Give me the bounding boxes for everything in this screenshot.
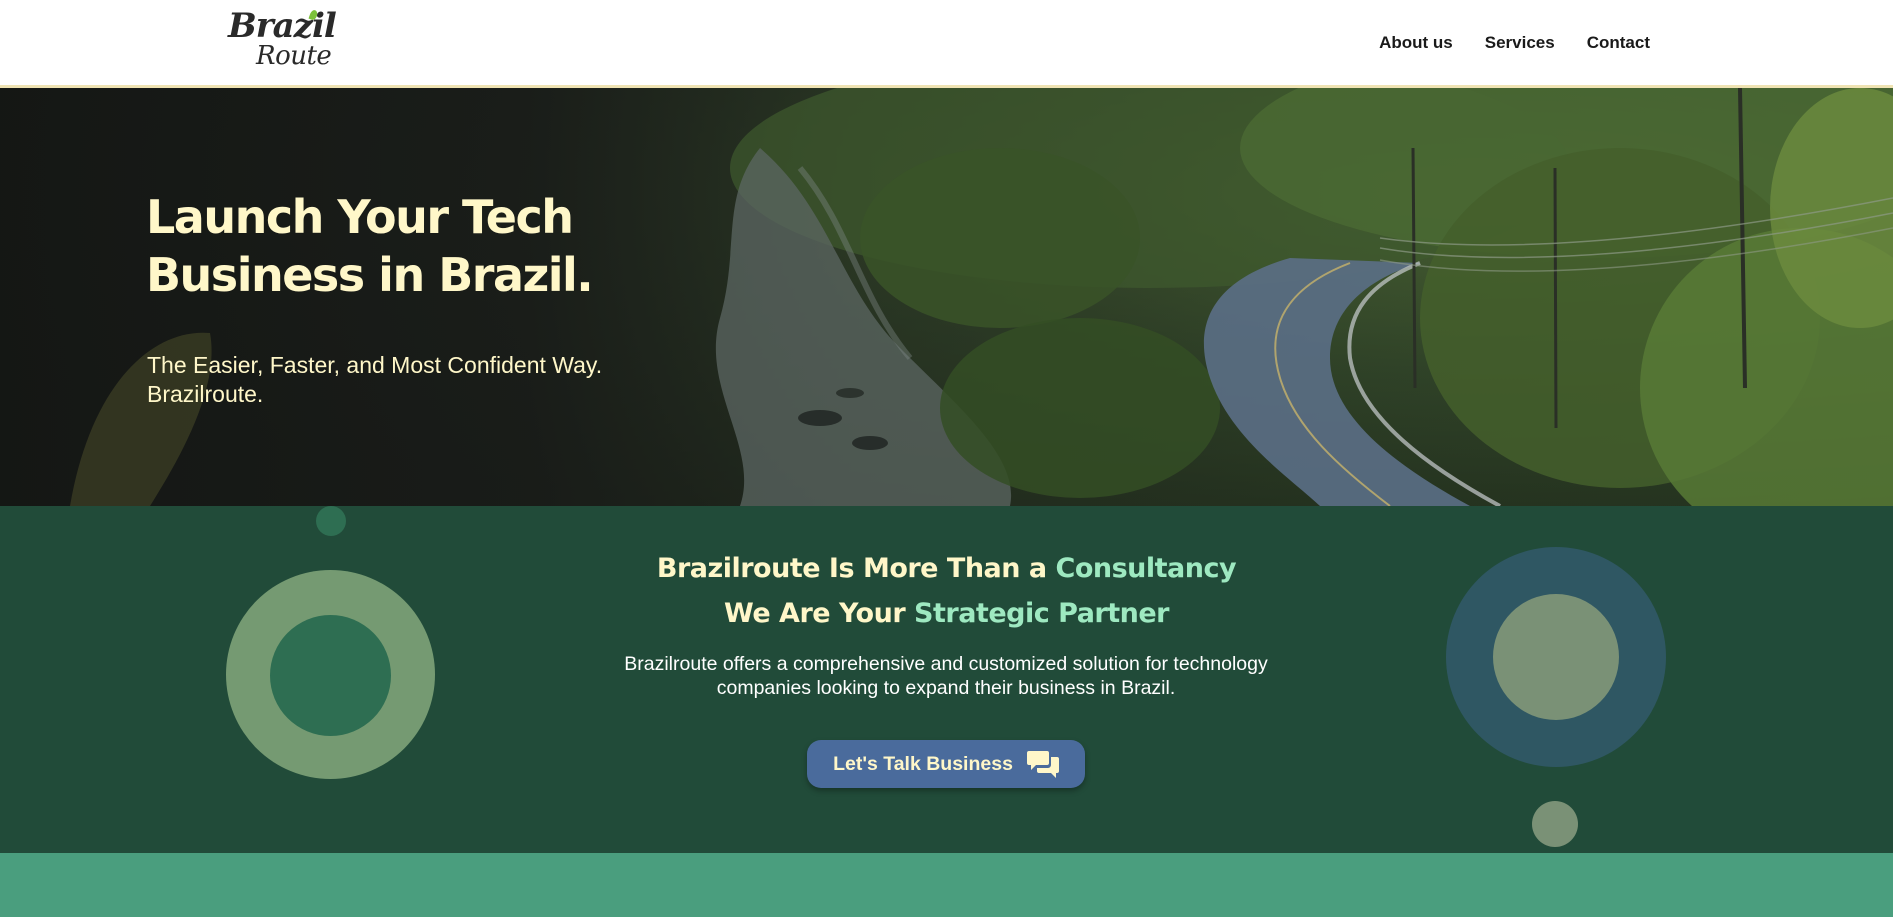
hero-title-line-2: Business in Brazil.	[146, 248, 594, 302]
next-section-band	[0, 853, 1893, 917]
nav-services[interactable]: Services	[1485, 33, 1555, 53]
heading-2-text: We Are Your	[724, 598, 915, 629]
logo-line-1: Brazil	[228, 6, 337, 46]
heading-1-accent: Consultancy	[1055, 553, 1237, 584]
heading-2-accent: Strategic Partner	[914, 598, 1169, 629]
cta-label: Let's Talk Business	[833, 752, 1013, 775]
decorative-ring-left-inner	[270, 615, 391, 736]
decorative-small-circle-right	[1532, 801, 1578, 847]
nav-contact[interactable]: Contact	[1587, 33, 1650, 53]
hero-title: Launch Your Tech Business in Brazil.	[146, 188, 666, 304]
hero-title-line-1: Launch Your Tech	[146, 190, 574, 244]
decorative-small-circle-left	[316, 506, 346, 536]
brazil-route-logo[interactable]: Brazil Route	[226, 6, 337, 76]
lets-talk-business-button[interactable]: Let's Talk Business	[807, 740, 1085, 788]
heading-1-text: Brazilroute Is More Than a	[656, 553, 1056, 584]
hero-section: Launch Your Tech Business in Brazil. The…	[0, 88, 1893, 506]
partner-heading-line-2: We Are Your Strategic Partner	[0, 598, 1893, 629]
main-nav: About us Services Contact	[1379, 33, 1650, 53]
hero-subtitle: The Easier, Faster, and Most Confident W…	[147, 352, 603, 407]
chat-bubbles-icon	[1026, 749, 1059, 779]
nav-about-us[interactable]: About us	[1379, 33, 1453, 53]
strategic-partner-section: Brazilroute Is More Than a Consultancy W…	[0, 506, 1893, 853]
partner-heading-line-1: Brazilroute Is More Than a Consultancy	[0, 553, 1893, 584]
partner-description: Brazilroute offers a comprehensive and c…	[624, 653, 1268, 699]
site-header: Brazil Route About us Services Contact	[0, 0, 1893, 88]
logo-line-2: Route	[256, 41, 332, 71]
